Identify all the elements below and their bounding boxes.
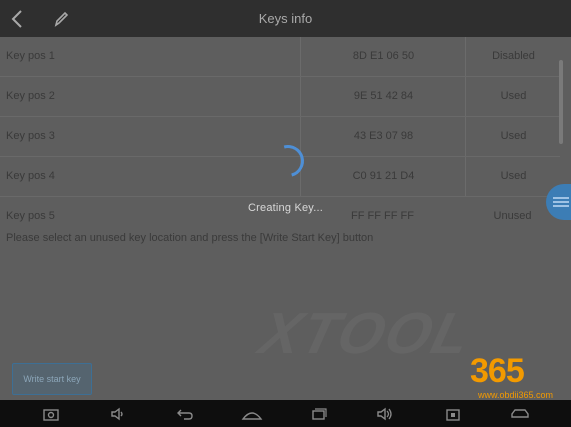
volume-up-icon[interactable] — [370, 400, 400, 427]
car-icon[interactable] — [505, 400, 535, 427]
logo-url: www.obdii365.com — [478, 390, 554, 400]
key-status: Used — [465, 77, 561, 116]
key-position: Key pos 3 — [6, 130, 55, 142]
scrollbar[interactable] — [559, 60, 563, 144]
title-bar: Keys info — [0, 0, 571, 37]
page-title: Keys info — [258, 11, 313, 26]
key-id: 9E 51 42 84 — [300, 77, 466, 116]
system-navigation-bar — [0, 400, 571, 427]
key-status: Disabled — [465, 37, 561, 76]
loading-text: Creating Key... — [248, 202, 323, 214]
write-start-key-button[interactable]: Write start key — [12, 363, 92, 395]
table-row[interactable]: Key pos 1 8D E1 06 50 Disabled — [0, 37, 560, 77]
screenshot-icon[interactable] — [36, 400, 66, 427]
key-id: 8D E1 06 50 — [300, 37, 466, 76]
key-status: Used — [465, 117, 561, 156]
volume-down-icon[interactable] — [103, 400, 133, 427]
watermark-logo: XTOOL — [253, 301, 479, 366]
key-position: Key pos 1 — [6, 50, 55, 62]
home-icon[interactable] — [237, 400, 267, 427]
keys-info-screen: Keys info Key pos 1 8D E1 06 50 Disabled… — [0, 0, 571, 427]
key-status: Used — [465, 157, 561, 196]
obdii365-logo: 365 www.obdii365.com — [470, 350, 570, 404]
back-arrow-icon[interactable] — [170, 400, 200, 427]
key-position: Key pos 4 — [6, 170, 55, 182]
key-id: 43 E3 07 98 — [300, 117, 466, 156]
logo-digits: 365 — [470, 352, 525, 390]
vci-icon[interactable] — [438, 400, 468, 427]
key-id: C0 91 21 D4 — [300, 157, 466, 196]
recent-apps-icon[interactable] — [304, 400, 334, 427]
key-position: Key pos 2 — [6, 90, 55, 102]
instruction-text: Please select an unused key location and… — [6, 232, 374, 244]
table-row[interactable]: Key pos 2 9E 51 42 84 Used — [0, 77, 560, 117]
